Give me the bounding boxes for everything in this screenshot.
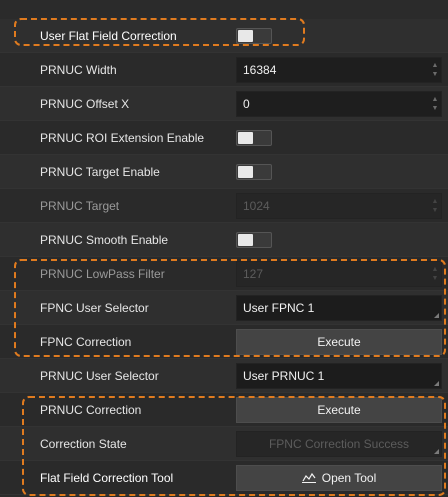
toggle-knob <box>238 166 253 178</box>
fpnc-user-selector-dropdown[interactable]: User FPNC 1 <box>236 295 442 321</box>
spin-up-icon[interactable]: ▲ <box>432 61 439 70</box>
param-label: Correction State <box>40 437 127 451</box>
prnuc-smooth-enable-toggle[interactable] <box>236 232 272 248</box>
select-value: FPNC Correction Success <box>268 437 410 451</box>
spin-down-icon[interactable]: ▼ <box>432 70 439 79</box>
row-flat-field-correction-tool: Flat Field Correction Tool Open Tool <box>0 461 448 495</box>
prnuc-target-enable-toggle[interactable] <box>236 164 272 180</box>
param-label: FPNC Correction <box>40 335 132 349</box>
spin-arrows: ▲ ▼ <box>429 194 441 218</box>
param-label: PRNUC Target <box>40 199 120 213</box>
spin-up-icon[interactable]: ▲ <box>432 95 439 104</box>
parameter-grid: User Flat Field Correction PRNUC Width 1… <box>0 0 448 497</box>
row-prnuc-lowpass-filter: PRNUC LowPass Filter 127 ▲ ▼ <box>0 257 448 291</box>
spin-down-icon: ▼ <box>431 275 439 282</box>
row-prnuc-width: PRNUC Width 16384 ▲ ▼ <box>0 53 448 87</box>
dropdown-corner-icon <box>434 313 439 318</box>
spin-down-icon: ▼ <box>431 207 439 214</box>
prnuc-lowpass-filter-input: 127 ▲ ▼ <box>236 261 442 287</box>
param-label: PRNUC Offset X <box>40 97 130 111</box>
chart-tool-icon <box>301 467 316 491</box>
prnuc-roi-extension-enable-toggle[interactable] <box>236 130 272 146</box>
param-label: Flat Field Correction Tool <box>40 471 174 485</box>
dropdown-corner-icon <box>434 449 439 454</box>
dropdown-corner-icon <box>434 381 439 386</box>
prnuc-correction-execute-button[interactable]: Execute <box>236 397 442 423</box>
open-tool-button[interactable]: Open Tool <box>236 465 442 491</box>
row-prnuc-smooth-enable: PRNUC Smooth Enable <box>0 223 448 257</box>
correction-state-field: FPNC Correction Success <box>236 431 442 457</box>
param-label: PRNUC Width <box>40 63 117 77</box>
toggle-knob <box>238 30 253 42</box>
param-label: PRNUC User Selector <box>40 369 159 383</box>
spin-up-icon: ▲ <box>431 266 439 273</box>
spin-value: 16384 <box>243 63 277 77</box>
prnuc-user-selector-dropdown[interactable]: User PRNUC 1 <box>236 363 442 389</box>
param-label: User Flat Field Correction <box>40 29 177 43</box>
param-label: FPNC User Selector <box>40 301 149 315</box>
row-user-flat-field-correction: User Flat Field Correction <box>0 19 448 53</box>
select-value: User PRNUC 1 <box>243 369 325 383</box>
toggle-knob <box>238 132 253 144</box>
row-correction-state: Correction State FPNC Correction Success <box>0 427 448 461</box>
param-label: PRNUC Target Enable <box>40 165 160 179</box>
toggle-knob <box>238 234 253 246</box>
open-tool-label: Open Tool <box>321 471 377 485</box>
row-prnuc-correction: PRNUC Correction Execute <box>0 393 448 427</box>
param-label: PRNUC Correction <box>40 403 142 417</box>
spin-arrows[interactable]: ▲ ▼ <box>429 92 441 116</box>
spin-down-icon[interactable]: ▼ <box>432 104 439 113</box>
prnuc-target-input: 1024 ▲ ▼ <box>236 193 442 219</box>
param-label: PRNUC ROI Extension Enable <box>40 131 205 145</box>
spin-value: 127 <box>243 267 264 281</box>
user-flat-field-correction-toggle[interactable] <box>236 28 272 44</box>
prnuc-width-input[interactable]: 16384 ▲ ▼ <box>236 57 442 83</box>
row-prnuc-target: PRNUC Target 1024 ▲ ▼ <box>0 189 448 223</box>
row-prnuc-offset-x: PRNUC Offset X 0 ▲ ▼ <box>0 87 448 121</box>
prnuc-offset-x-input[interactable]: 0 ▲ ▼ <box>236 91 442 117</box>
param-label: PRNUC Smooth Enable <box>40 233 169 247</box>
param-label: PRNUC LowPass Filter <box>40 267 165 281</box>
row-prnuc-roi-extension-enable: PRNUC ROI Extension Enable <box>0 121 448 155</box>
fpnc-correction-execute-button[interactable]: Execute <box>236 329 442 355</box>
spin-arrows[interactable]: ▲ ▼ <box>429 58 441 82</box>
spin-arrows: ▲ ▼ <box>429 262 441 286</box>
row-prnuc-user-selector: PRNUC User Selector User PRNUC 1 <box>0 359 448 393</box>
spin-value: 1024 <box>243 199 270 213</box>
spin-up-icon: ▲ <box>431 198 439 205</box>
select-value: User FPNC 1 <box>243 301 315 315</box>
row-fpnc-user-selector: FPNC User Selector User FPNC 1 <box>0 291 448 325</box>
row-prnuc-target-enable: PRNUC Target Enable <box>0 155 448 189</box>
row-fpnc-correction: FPNC Correction Execute <box>0 325 448 359</box>
spin-value: 0 <box>243 97 250 111</box>
